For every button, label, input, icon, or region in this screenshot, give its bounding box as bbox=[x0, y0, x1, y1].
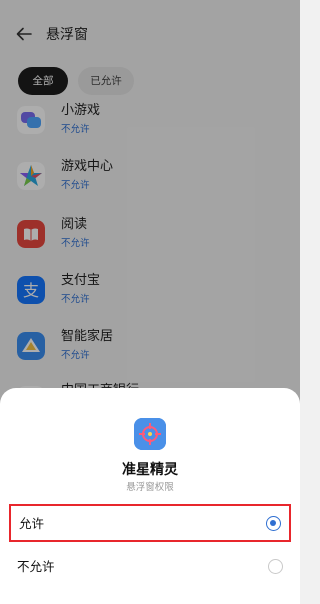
deny-option[interactable]: 不允许 bbox=[9, 549, 291, 587]
app-title: 准星精灵 bbox=[122, 461, 178, 477]
allow-option-label: 允许 bbox=[19, 517, 45, 531]
allow-radio[interactable] bbox=[266, 516, 281, 531]
floating-window-settings-screen: 悬浮窗 全部 已允许 小游戏 不允许 游戏中心 不允许 阅读 不允许 支 支付宝… bbox=[0, 0, 300, 604]
crosshair-app-icon bbox=[134, 418, 166, 450]
deny-option-label: 不允许 bbox=[17, 560, 55, 574]
permission-bottom-sheet: 准星精灵 悬浮窗权限 允许 不允许 bbox=[0, 388, 300, 604]
deny-radio[interactable] bbox=[268, 559, 283, 574]
permission-subtitle: 悬浮窗权限 bbox=[126, 482, 174, 493]
allow-option[interactable]: 允许 bbox=[9, 504, 291, 542]
